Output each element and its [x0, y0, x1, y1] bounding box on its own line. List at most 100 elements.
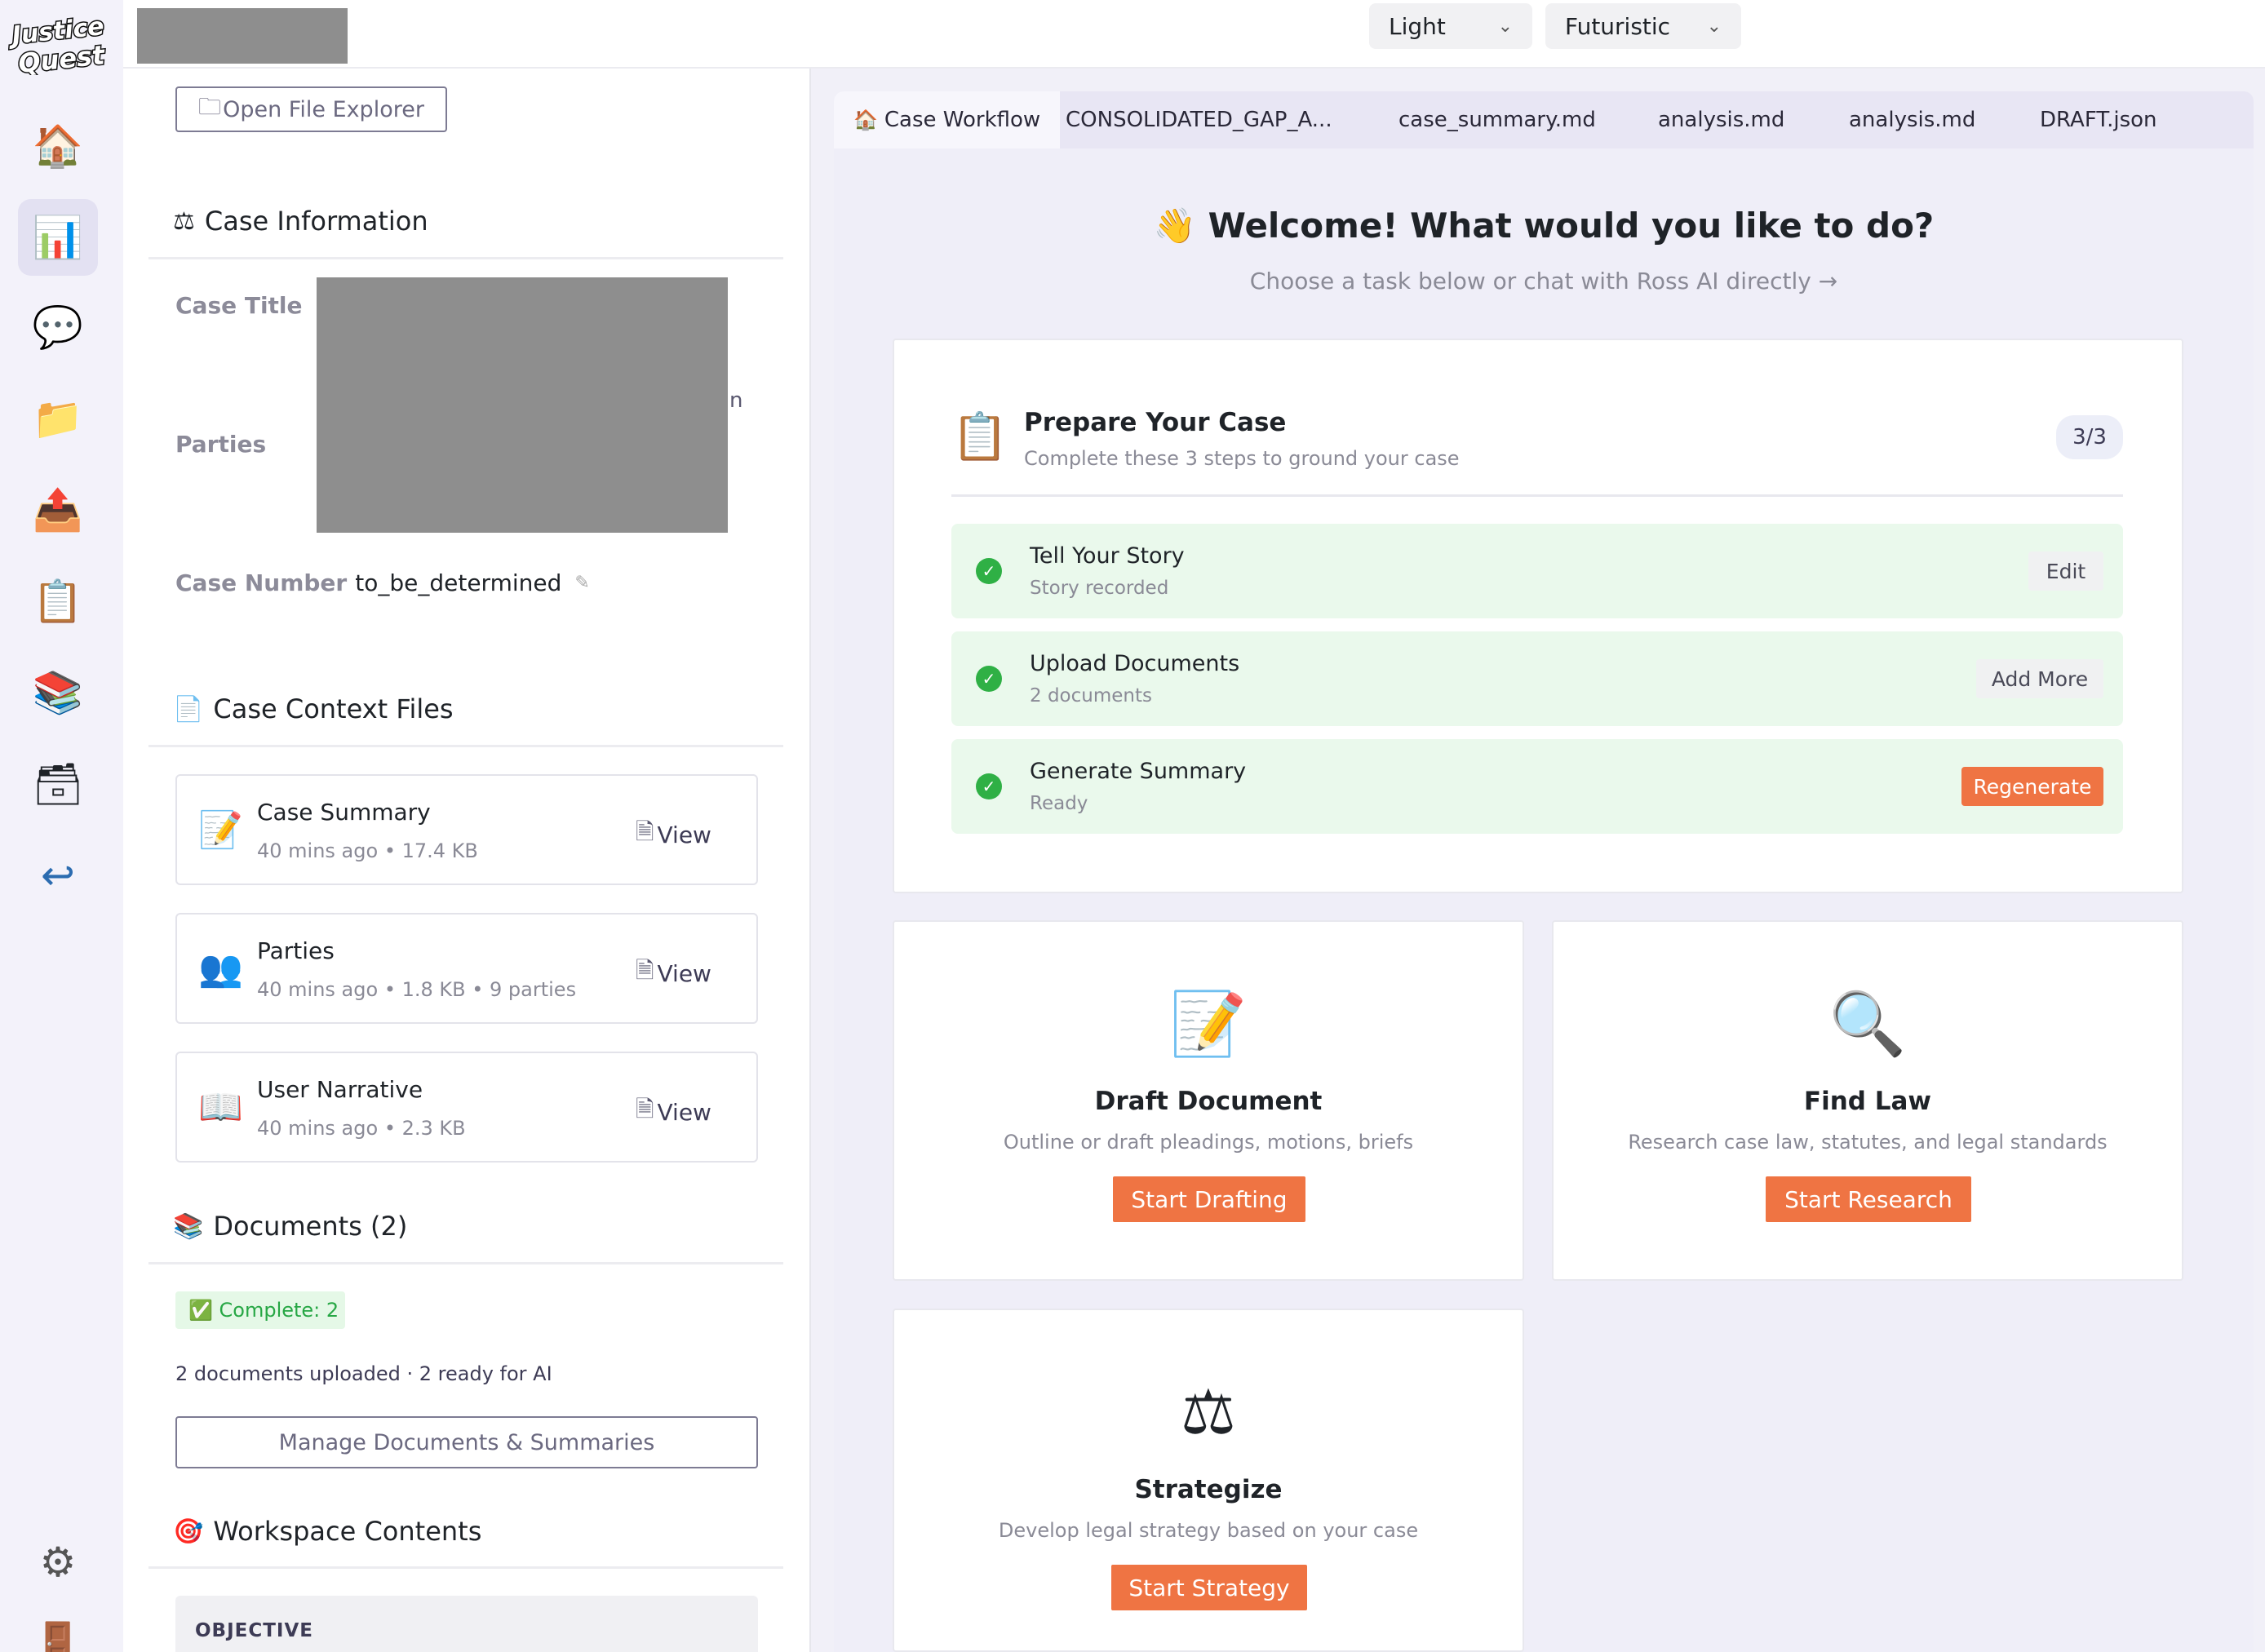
- regenerate-button[interactable]: Regenerate: [1961, 767, 2103, 806]
- objective-box: OBJECTIVE: [175, 1596, 758, 1652]
- folder-icon[interactable]: 📁: [18, 380, 98, 457]
- tab-label: DRAFT.json: [2040, 108, 2157, 132]
- view-label: View: [657, 821, 711, 848]
- books-icon[interactable]: 📚: [18, 654, 98, 731]
- home-icon[interactable]: 🏠: [18, 108, 98, 184]
- task-title: Draft Document: [1094, 1087, 1323, 1116]
- memo-icon: 📝: [1169, 987, 1248, 1060]
- step-title: Upload Documents: [1030, 651, 1240, 676]
- add-more-button[interactable]: Add More: [1976, 659, 2103, 698]
- divider: [148, 1262, 783, 1264]
- task-description: Outline or draft pleadings, motions, bri…: [1003, 1131, 1414, 1154]
- case-information-heading: ⚖ Case Information: [173, 206, 428, 237]
- objective-label: OBJECTIVE: [195, 1620, 313, 1641]
- case-context-files-heading: 📄 Case Context Files: [173, 693, 454, 724]
- case-title-label: Case Title: [175, 292, 303, 319]
- top-bar: [123, 0, 2265, 69]
- open-file-explorer-button[interactable]: 🗀 Open File Explorer: [175, 86, 447, 132]
- documents-title: Documents (2): [213, 1211, 408, 1242]
- context-file-card: 📖 User Narrative 40 mins ago • 2.3 KB 🗎 …: [175, 1052, 758, 1163]
- return-icon[interactable]: ↩: [18, 837, 98, 914]
- step-status: Ready: [1030, 793, 1088, 814]
- view-label: View: [657, 959, 711, 987]
- task-description: Research case law, statutes, and legal s…: [1628, 1131, 2108, 1154]
- case-information-title: Case Information: [204, 206, 428, 237]
- house-icon: 🏠: [853, 109, 878, 131]
- divider: [951, 494, 2123, 497]
- scales-icon: ⚖: [1180, 1375, 1237, 1448]
- edit-pencil-icon[interactable]: ✎: [574, 573, 589, 593]
- text-file-icon: 🗎: [636, 1096, 654, 1123]
- divider: [148, 1566, 783, 1569]
- archive-icon[interactable]: 🗃: [18, 746, 98, 822]
- documents-summary-text: 2 documents uploaded · 2 ready for AI: [175, 1362, 552, 1385]
- clipboard-icon[interactable]: 📋: [18, 563, 98, 640]
- tab-label: CONSOLIDATED_GAP_A...: [1066, 108, 1332, 132]
- divider: [148, 745, 783, 747]
- text-file-icon: 🗎: [636, 818, 654, 845]
- context-file-meta: 40 mins ago • 17.4 KB: [257, 839, 478, 862]
- tab-draft-json[interactable]: DRAFT.json: [2040, 91, 2157, 148]
- parties-label: Parties: [175, 431, 267, 458]
- folder-outline-icon: 🗀: [198, 93, 222, 120]
- tab-case-summary[interactable]: case_summary.md: [1398, 91, 1596, 148]
- welcome-heading: 👋 Welcome! What would you like to do?: [834, 206, 2254, 246]
- manage-documents-button[interactable]: Manage Documents & Summaries: [175, 1416, 758, 1468]
- open-book-icon: 📖: [198, 1087, 243, 1128]
- theme-select[interactable]: Light ⌄: [1369, 3, 1532, 49]
- style-select[interactable]: Futuristic ⌄: [1545, 3, 1741, 49]
- tab-label: analysis.md: [1849, 108, 1976, 132]
- view-button[interactable]: 🗎 View: [636, 1092, 711, 1132]
- redacted-block: [137, 8, 348, 64]
- case-number-value: to_be_determined: [355, 569, 562, 596]
- case-number-row: Case Number to_be_determined ✎: [175, 569, 590, 596]
- strategize-card: ⚖ Strategize Develop legal strategy base…: [893, 1309, 1524, 1652]
- tab-label: Case Workflow: [884, 108, 1041, 132]
- magnifier-icon: 🔍: [1828, 987, 1907, 1060]
- case-number-label: Case Number: [175, 569, 348, 596]
- start-drafting-button[interactable]: Start Drafting: [1113, 1176, 1305, 1222]
- draft-document-card: 📝 Draft Document Outline or draft pleadi…: [893, 920, 1524, 1281]
- upload-icon[interactable]: 📤: [18, 472, 98, 548]
- dashboard-icon[interactable]: 📊: [18, 199, 98, 276]
- step-status: Story recorded: [1030, 578, 1169, 599]
- welcome-title: Welcome! What would you like to do?: [1208, 206, 1935, 246]
- view-label: View: [657, 1098, 711, 1126]
- waving-hand-icon: 👋: [1153, 206, 1196, 246]
- door-icon[interactable]: 🚪: [18, 1605, 98, 1652]
- edit-button[interactable]: Edit: [2028, 551, 2103, 591]
- parties-trailing-text: n: [729, 388, 743, 413]
- context-file-card: 📝 Case Summary 40 mins ago • 17.4 KB 🗎 V…: [175, 774, 758, 885]
- style-select-value: Futuristic: [1565, 12, 1671, 40]
- step-title: Generate Summary: [1030, 759, 1247, 784]
- start-research-button[interactable]: Start Research: [1766, 1176, 1971, 1222]
- settings-icon[interactable]: ⚙: [18, 1524, 98, 1601]
- prepare-case-subtitle: Complete these 3 steps to ground your ca…: [1024, 447, 1460, 470]
- chat-icon[interactable]: 💬: [18, 289, 98, 365]
- complete-status-badge: ✅ Complete: 2: [175, 1291, 345, 1329]
- justice-quest-logo[interactable]: Justice Quest: [8, 10, 109, 75]
- find-law-card: 🔍 Find Law Research case law, statutes, …: [1552, 920, 2183, 1281]
- scales-icon: ⚖: [173, 206, 195, 236]
- workspace-contents-title: Workspace Contents: [213, 1516, 482, 1547]
- welcome-subtitle: Choose a task below or chat with Ross AI…: [1249, 268, 1838, 295]
- context-file-meta: 40 mins ago • 1.8 KB • 9 parties: [257, 978, 577, 1001]
- task-title: Strategize: [1134, 1475, 1283, 1504]
- step-upload-documents: ✓ Upload Documents 2 documents Add More: [951, 631, 2123, 726]
- task-description: Develop legal strategy based on your cas…: [998, 1519, 1419, 1542]
- tab-consolidated-gap[interactable]: CONSOLIDATED_GAP_A...: [1066, 91, 1332, 148]
- view-button[interactable]: 🗎 View: [636, 954, 711, 993]
- manage-documents-label: Manage Documents & Summaries: [278, 1429, 655, 1455]
- tab-case-workflow[interactable]: 🏠 Case Workflow: [834, 91, 1061, 148]
- memo-icon: 📝: [198, 809, 243, 851]
- chevron-down-icon: ⌄: [1497, 16, 1513, 37]
- tab-analysis[interactable]: analysis.md: [1658, 91, 1784, 148]
- context-file-name: Parties: [257, 937, 335, 964]
- tab-label: case_summary.md: [1398, 108, 1596, 132]
- context-file-meta: 40 mins ago • 2.3 KB: [257, 1117, 466, 1140]
- case-context-files-title: Case Context Files: [213, 693, 454, 724]
- view-button[interactable]: 🗎 View: [636, 815, 711, 854]
- start-strategy-button[interactable]: Start Strategy: [1111, 1565, 1307, 1610]
- tab-analysis-2[interactable]: analysis.md: [1849, 91, 1975, 148]
- document-icon: 📄: [173, 694, 204, 724]
